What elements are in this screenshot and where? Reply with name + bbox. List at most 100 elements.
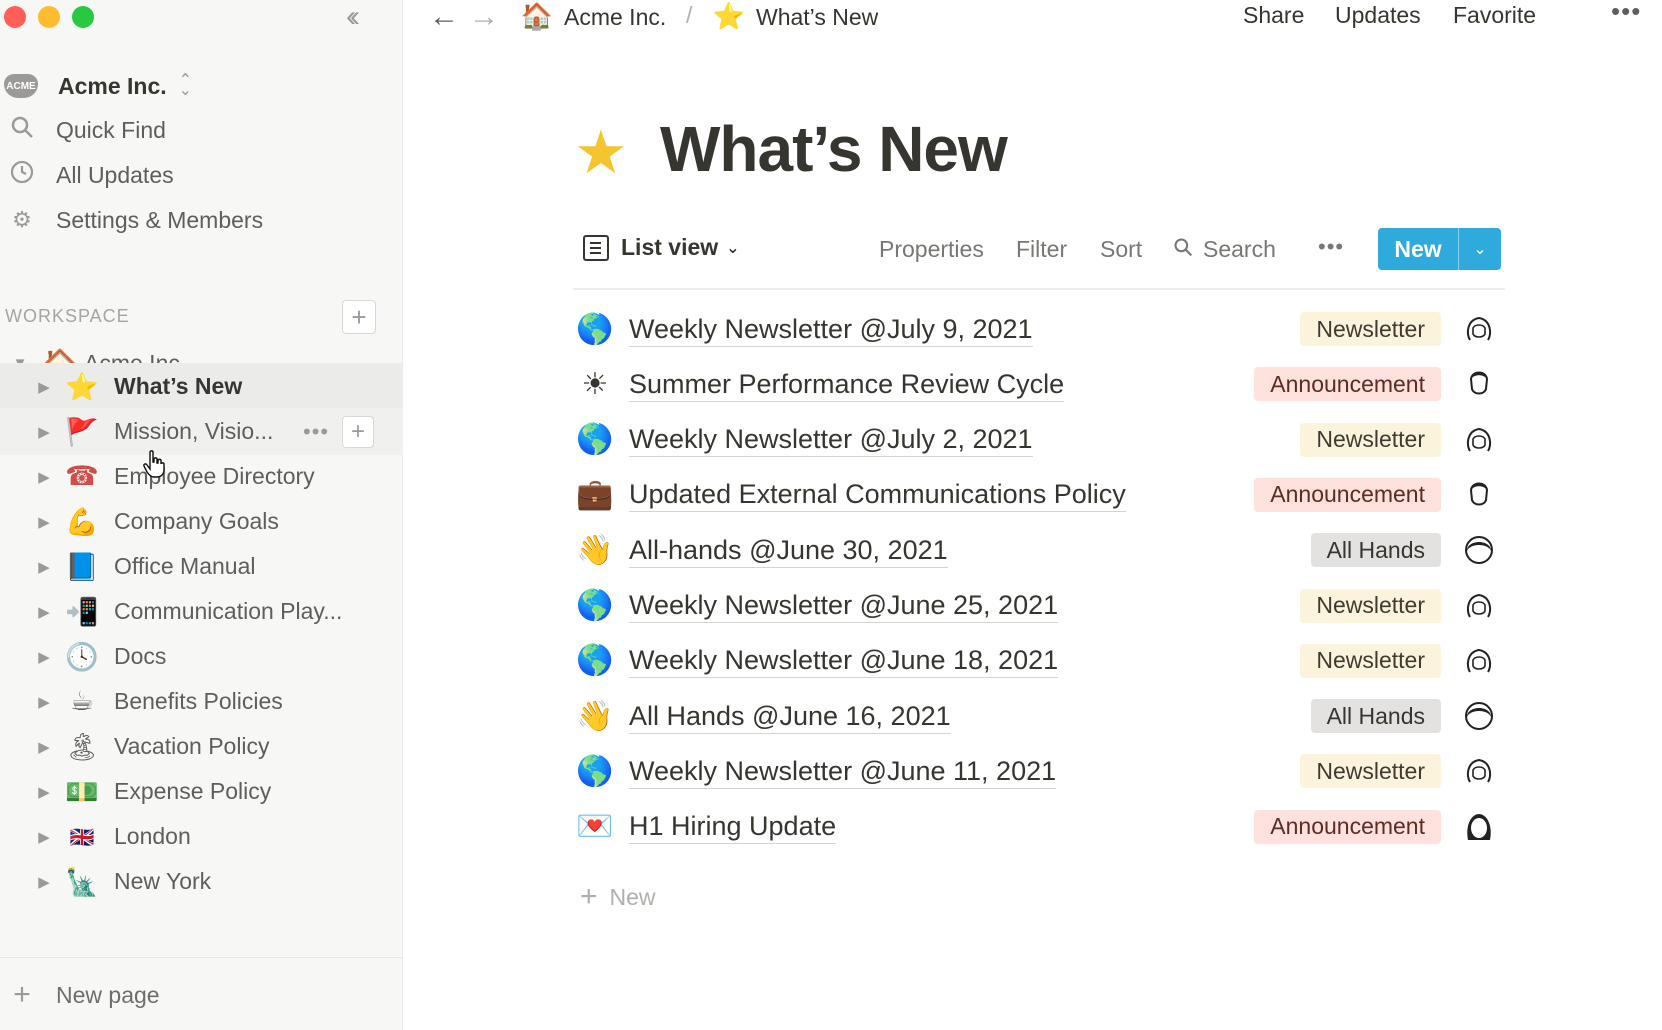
list-item[interactable]: 👋 All Hands @June 16, 2021 All Hands [573, 689, 1505, 743]
add-page-button[interactable]: + [342, 300, 376, 334]
nav-label: Quick Find [56, 116, 166, 143]
page-label: What’s New [114, 373, 243, 399]
favorite-button[interactable]: Favorite [1453, 2, 1536, 29]
sidebar-page-employee-directory[interactable]: ▶ ☎ Employee Directory [0, 453, 403, 500]
add-new-row-button[interactable]: + New [580, 880, 656, 914]
star-icon: ⭐ [65, 371, 99, 403]
nav-label: Settings & Members [56, 206, 264, 233]
close-window-button[interactable] [4, 6, 26, 28]
page-label: New York [114, 868, 212, 894]
sort-button[interactable]: Sort [1100, 236, 1142, 263]
triangle-right-icon[interactable]: ▶ [34, 738, 54, 756]
triangle-right-icon[interactable]: ▶ [34, 468, 54, 486]
list-item[interactable]: 🌎 Weekly Newsletter @June 18, 2021 Newslet… [573, 634, 1505, 688]
minimize-window-button[interactable] [38, 6, 60, 28]
properties-button[interactable]: Properties [879, 236, 984, 263]
row-title[interactable]: All Hands @June 16, 2021 [629, 699, 951, 734]
row-title[interactable]: Weekly Newsletter @July 2, 2021 [629, 422, 1033, 458]
sidebar-page-mission[interactable]: ▶ 🚩 Mission, Visio... ••• + [0, 408, 403, 455]
house-icon: 🏠 [520, 2, 554, 32]
triangle-right-icon[interactable]: ▶ [34, 558, 54, 576]
triangle-right-icon[interactable]: ▶ [34, 648, 54, 666]
page-title[interactable]: What’s New [660, 112, 1008, 186]
sidebar-page-london[interactable]: ▶ 🇬🇧 London [0, 813, 403, 860]
chevron-down-icon[interactable]: ⌄ [1459, 239, 1501, 259]
row-title[interactable]: All-hands @June 30, 2021 [629, 533, 948, 568]
flag-icon: 🚩 [65, 416, 99, 448]
triangle-right-icon[interactable]: ▶ [34, 873, 54, 891]
search-icon [8, 115, 36, 145]
uk-flag-icon: 🇬🇧 [69, 824, 95, 849]
dollar-banknote-icon: 💵 [65, 776, 99, 808]
sidebar-page-new-york[interactable]: ▶ 🗽 New York [0, 858, 403, 905]
sidebar-page-expense-policy[interactable]: ▶ 💵 Expense Policy [0, 768, 403, 815]
search-button[interactable]: Search [1173, 236, 1276, 263]
arrow-left-icon[interactable]: ← [429, 0, 459, 34]
sidebar-page-company-goals[interactable]: ▶ 💪 Company Goals [0, 498, 403, 545]
sidebar-page-whats-new[interactable]: ▶ ⭐ What’s New [0, 363, 403, 410]
new-button-label: New [1394, 235, 1442, 262]
avatar [1460, 310, 1498, 348]
list-item[interactable]: 🌎 Weekly Newsletter @June 11, 2021 Newslet… [573, 744, 1505, 798]
filter-button[interactable]: Filter [1016, 236, 1067, 263]
add-subpage-button[interactable]: + [342, 415, 374, 448]
row-title[interactable]: Summer Performance Review Cycle [629, 367, 1065, 402]
sidebar-page-communication-playbook[interactable]: ▶ 📲 Communication Play... [0, 588, 403, 635]
double-chevron-left-icon[interactable]: ‹‹ [346, 0, 360, 34]
row-tag: Newsletter [1300, 588, 1441, 623]
new-entry-button[interactable]: New ⌄ [1378, 228, 1501, 270]
list-item[interactable]: 💼 Updated External Communications Policy A… [573, 468, 1505, 522]
triangle-right-icon[interactable]: ▶ [34, 423, 54, 441]
maximize-window-button[interactable] [72, 6, 94, 28]
more-options-icon[interactable]: ••• [1318, 234, 1344, 260]
more-options-icon[interactable]: ••• [1611, 0, 1641, 27]
avatar [1460, 808, 1498, 846]
updates-button[interactable]: Updates [1335, 2, 1421, 29]
breadcrumb-workspace[interactable]: 🏠 Acme Inc. [520, 2, 666, 32]
row-title[interactable]: Weekly Newsletter @June 11, 2021 [629, 754, 1057, 789]
list-item[interactable]: 🌎 Weekly Newsletter @July 9, 2021 Newslett… [573, 302, 1505, 356]
row-emoji-icon: 🌎 [576, 753, 614, 789]
triangle-right-icon[interactable]: ▶ [34, 513, 54, 531]
sidebar-page-office-manual[interactable]: ▶ 📘 Office Manual [0, 543, 403, 590]
list-item[interactable]: ☀ Summer Performance Review Cycle Announce… [573, 357, 1505, 411]
nav-settings-members[interactable]: ⚙ Settings & Members [8, 200, 398, 240]
topbar: ← → 🏠 Acme Inc. / ⭐ What’s New Share Upd… [403, 0, 1662, 40]
page-star-icon[interactable]: ★ [574, 118, 628, 188]
breadcrumb-current-page[interactable]: ⭐ What’s New [712, 2, 878, 32]
row-title[interactable]: Weekly Newsletter @June 18, 2021 [629, 643, 1059, 679]
more-options-icon[interactable]: ••• [303, 419, 329, 445]
sidebar-page-benefits-policies[interactable]: ▶ ☕ Benefits Policies [0, 678, 403, 725]
workspace-section-label: WORKSPACE [5, 306, 130, 326]
nav-quick-find[interactable]: Quick Find [8, 110, 398, 150]
triangle-right-icon[interactable]: ▶ [34, 693, 54, 711]
breadcrumb-separator: / [686, 2, 693, 28]
triangle-right-icon[interactable]: ▶ [34, 828, 54, 846]
sidebar-page-vacation-policy[interactable]: ▶ 🏝 Vacation Policy [0, 723, 403, 770]
row-title[interactable]: Weekly Newsletter @July 9, 2021 [629, 312, 1033, 347]
new-page-button[interactable]: + New page [8, 978, 159, 1012]
list-item[interactable]: 🌎 Weekly Newsletter @July 2, 2021 Newslett… [573, 413, 1505, 467]
triangle-right-icon[interactable]: ▶ [34, 783, 54, 801]
triangle-right-icon[interactable]: ▶ [34, 603, 54, 621]
row-tag: Newsletter [1300, 754, 1441, 789]
nav-all-updates[interactable]: All Updates [8, 155, 398, 195]
share-button[interactable]: Share [1243, 2, 1304, 29]
list-item[interactable]: 👋 All-hands @June 30, 2021 All Hands [573, 523, 1505, 577]
row-title[interactable]: H1 Hiring Update [629, 809, 837, 845]
row-emoji-icon: 🌎 [576, 588, 614, 623]
view-switcher[interactable]: List view ⌄ [583, 234, 740, 261]
triangle-right-icon[interactable]: ▶ [34, 378, 54, 396]
page-label: Office Manual [114, 553, 256, 579]
row-title[interactable]: Weekly Newsletter @June 25, 2021 [629, 588, 1059, 623]
arrow-right-icon[interactable]: → [469, 0, 499, 34]
row-title[interactable]: Updated External Communications Policy [629, 477, 1126, 513]
sidebar: ‹‹ ACME Acme Inc. ⌃ ⌄ Quick Find All Upda… [0, 0, 403, 1030]
workspace-switcher[interactable]: ACME Acme Inc. ⌃ ⌄ [4, 66, 384, 106]
sidebar-page-docs[interactable]: ▶ 🕓 Docs [0, 633, 403, 680]
list-item[interactable]: 🌎 Weekly Newsletter @June 25, 2021 Newslet… [573, 579, 1505, 633]
page-label: Docs [114, 643, 167, 669]
list-item[interactable]: 💌 H1 Hiring Update Announcement [573, 800, 1505, 854]
flexed-biceps-icon: 💪 [65, 506, 99, 538]
avatar [1460, 421, 1498, 459]
